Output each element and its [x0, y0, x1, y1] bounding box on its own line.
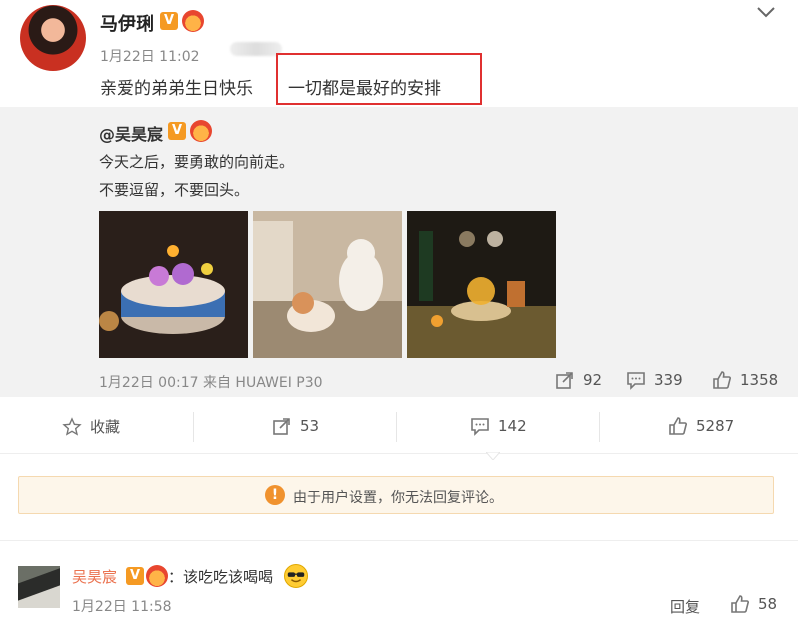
highlighted-text: 一切都是最好的安排	[288, 79, 441, 99]
photo-candle-table[interactable]	[407, 211, 556, 358]
repost-comment-count: 339	[654, 371, 683, 389]
commenter-name[interactable]: 吴昊宸	[72, 566, 117, 587]
action-divider	[193, 412, 194, 442]
action-bar: 收藏 53 142 5287	[0, 398, 798, 454]
repost-card[interactable]: @吴昊宸 V 今天之后，要勇敢的向前走。 不要逗留，不要回头。 1月22日 00…	[0, 107, 798, 397]
action-divider	[396, 412, 397, 442]
exclamation-icon: !	[265, 485, 285, 505]
blurred-text	[230, 42, 282, 56]
repost-like-stat[interactable]: 1358	[712, 370, 778, 390]
reply-disabled-notice: ! 由于用户设置，你无法回复评论。	[18, 476, 774, 514]
post-text: 亲爱的弟弟生日快乐	[100, 79, 253, 99]
active-tab-pointer	[486, 452, 500, 460]
crown-icon	[146, 565, 168, 587]
commenter-avatar[interactable]	[18, 566, 60, 608]
comment-count: 142	[498, 417, 527, 435]
like-count: 5287	[696, 417, 735, 435]
repost-line-2: 不要逗留，不要回头。	[99, 181, 250, 199]
crown-icon	[182, 10, 204, 32]
reply-button[interactable]: 回复	[670, 596, 700, 617]
thumbs-up-icon	[731, 595, 749, 613]
author-name[interactable]: 马伊琍	[100, 10, 154, 36]
favorite-label: 收藏	[90, 418, 121, 436]
photo-dogs[interactable]	[253, 211, 402, 358]
repost-like-count: 1358	[740, 371, 779, 389]
photo-cake[interactable]	[99, 211, 248, 358]
comment-like-button[interactable]: 58	[730, 594, 777, 614]
comment-button[interactable]: 142	[470, 416, 527, 436]
comment-like-count: 58	[758, 595, 778, 613]
repost-meta[interactable]: 1月22日 00:17 来自 HUAWEI P30	[99, 372, 323, 392]
share-button[interactable]: 53	[272, 416, 319, 436]
post-time[interactable]: 1月22日 11:02	[100, 46, 200, 66]
crown-icon	[190, 120, 212, 142]
repost-share-stat[interactable]: 92	[555, 370, 602, 390]
comment-icon	[627, 372, 645, 390]
repost-comment-stat[interactable]: 339	[626, 370, 683, 390]
thumbs-up-icon	[669, 417, 687, 435]
chevron-down-icon[interactable]	[756, 4, 776, 20]
repost-share-count: 92	[583, 371, 603, 389]
star-icon	[62, 416, 82, 436]
verified-badge-icon: V	[160, 12, 178, 30]
favorite-button[interactable]: 收藏	[62, 416, 120, 437]
verified-badge-icon: V	[168, 122, 186, 140]
repost-author[interactable]: @吴昊宸	[99, 121, 163, 145]
cool-sunglasses-emoji	[284, 564, 308, 588]
like-button[interactable]: 5287	[668, 416, 734, 436]
comment-text: ：该吃吃该喝喝	[168, 568, 274, 586]
repost-line-1: 今天之后，要勇敢的向前走。	[99, 153, 295, 171]
comment-time: 1月22日 11:58	[72, 599, 172, 615]
share-count: 53	[300, 417, 320, 435]
comment-separator	[0, 540, 798, 541]
notice-text: 由于用户设置，你无法回复评论。	[293, 490, 503, 506]
share-icon	[273, 418, 290, 435]
thumbs-up-icon	[713, 371, 731, 389]
comment-icon	[471, 418, 489, 436]
share-icon	[556, 372, 573, 389]
action-divider	[599, 412, 600, 442]
verified-badge-icon: V	[126, 567, 144, 585]
author-avatar[interactable]	[20, 5, 86, 71]
